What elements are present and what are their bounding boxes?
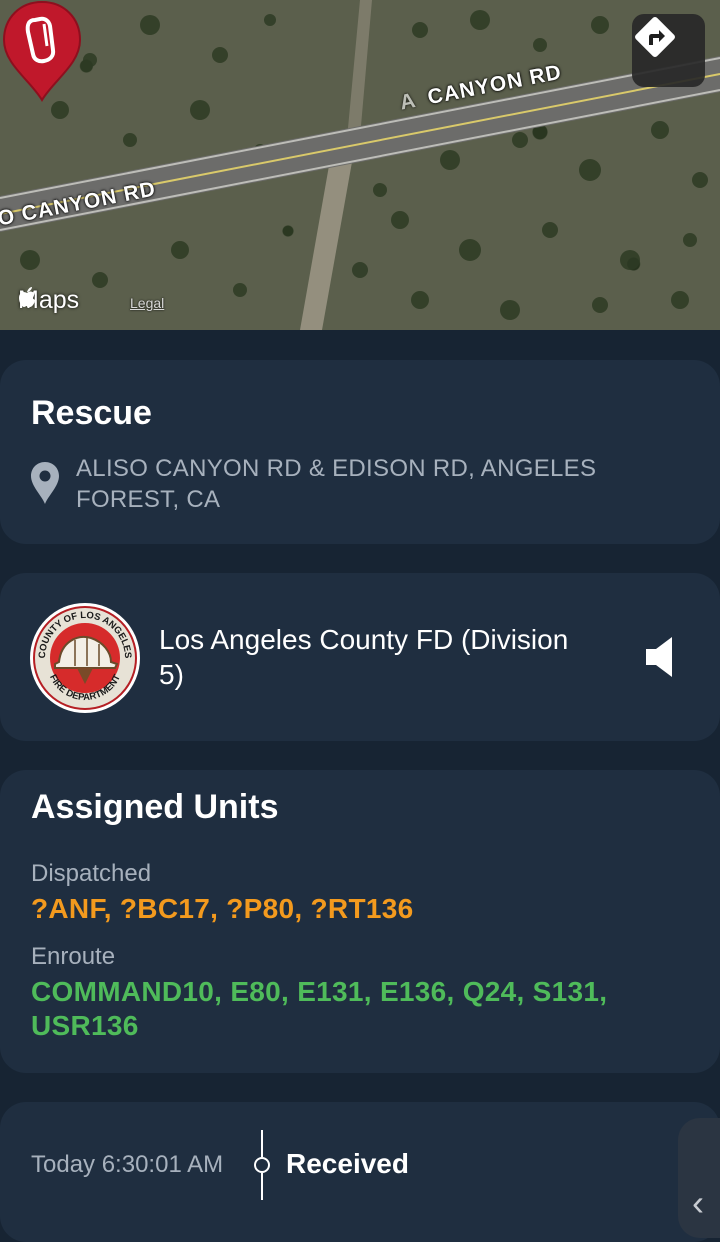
enroute-label: Enroute (31, 943, 116, 970)
dispatched-units: ?ANF, ?BC17, ?P80, ?RT136 (31, 893, 414, 924)
turn-right-arrow-icon (635, 17, 675, 57)
incident-type-title: Rescue (31, 394, 152, 432)
timeline-node-icon (254, 1130, 270, 1200)
legal-link[interactable]: Legal (130, 295, 164, 311)
department-name: Los Angeles County FD (Division 5) (159, 624, 569, 690)
dispatched-label: Dispatched (31, 860, 152, 887)
road-label-prefix: A (398, 88, 419, 115)
location-marker-icon (31, 462, 59, 504)
side-panel-handle[interactable]: ‹ (678, 1118, 720, 1238)
speaker-icon[interactable] (644, 635, 678, 679)
apple-logo-icon (19, 287, 35, 307)
incident-card (0, 360, 720, 544)
directions-button[interactable] (632, 14, 705, 87)
map-terrain (0, 0, 720, 330)
timeline-status: Received (286, 1148, 409, 1179)
location-pin[interactable] (0, 0, 84, 102)
assigned-units-title: Assigned Units (31, 788, 279, 826)
enroute-units: COMMAND10, E80, E131, E136, Q24, S131, U… (31, 976, 608, 1041)
incident-address[interactable]: ALISO CANYON RD & EDISON RD, ANGELES FOR… (76, 453, 676, 515)
timeline-time: Today 6:30:01 AM (31, 1151, 224, 1178)
maps-attribution: Maps (18, 286, 79, 315)
department-logo: COUNTY OF LOS ANGELES FIRE DEPARTMENT (30, 603, 140, 713)
map-view[interactable]: A CANYON RD O CANYON RD Maps Legal (0, 0, 720, 330)
